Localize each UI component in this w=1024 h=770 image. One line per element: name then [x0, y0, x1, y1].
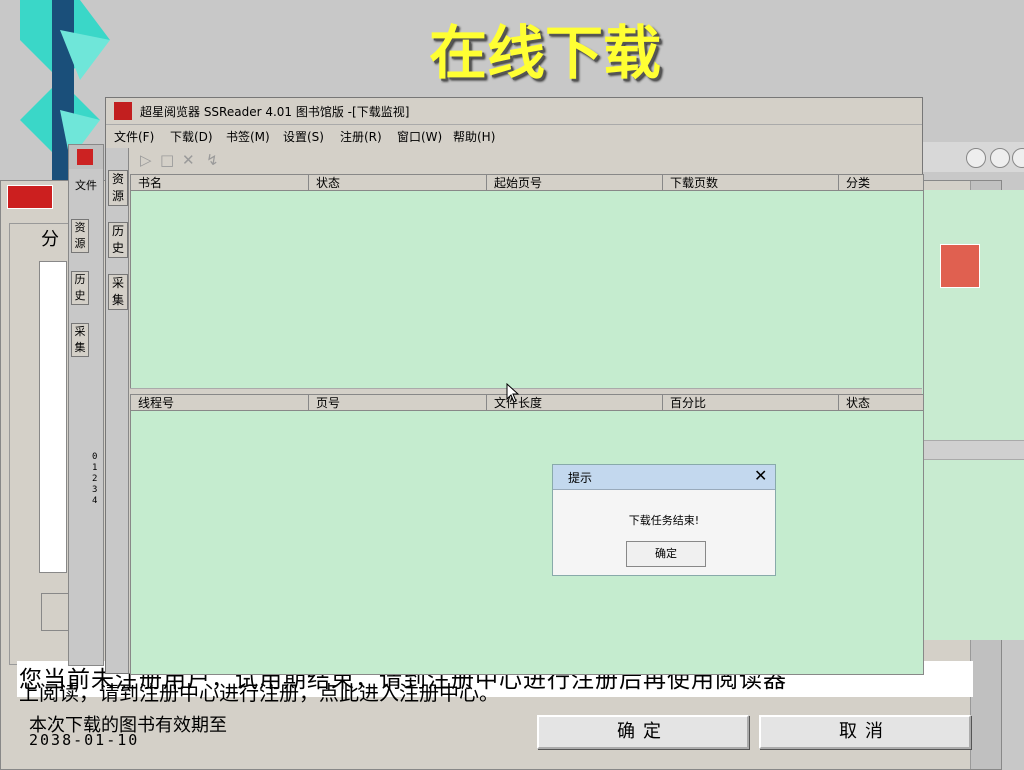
- tab-resources[interactable]: 资源: [108, 170, 128, 206]
- register-notice-line2[interactable]: 上阅读，请到注册中心进行注册，点此进入注册中心。: [19, 677, 499, 706]
- notice-popup: 提示 ✕ 下载任务结束! 确定: [552, 464, 776, 576]
- col-percent[interactable]: 百分比: [663, 395, 839, 411]
- background-label: 分: [41, 229, 59, 250]
- mouse-cursor-icon: [506, 383, 520, 403]
- refresh-icon[interactable]: ↯: [206, 151, 219, 169]
- collect-logo-icon: [940, 244, 980, 288]
- col-download-pages[interactable]: 下载页数: [663, 175, 839, 191]
- back-window-splitter: [920, 440, 1024, 460]
- tab-collect[interactable]: 采集: [108, 274, 128, 310]
- col-page-no[interactable]: 页号: [309, 395, 487, 411]
- menu-bookmark[interactable]: 书签(M): [226, 128, 270, 145]
- second-window-logo-icon: [77, 149, 93, 165]
- background-ok-button[interactable]: 确定: [537, 715, 749, 749]
- app-logo-icon: [7, 185, 53, 209]
- popup-message: 下载任务结束!: [628, 514, 700, 527]
- menu-register[interactable]: 注册(R): [340, 128, 382, 145]
- popup-titlebar[interactable]: 提示 ✕: [553, 465, 775, 490]
- col-thread-id[interactable]: 线程号: [131, 395, 309, 411]
- maximize-icon[interactable]: [990, 148, 1010, 168]
- tab-history[interactable]: 历史: [108, 222, 128, 258]
- col-thread-status[interactable]: 状态: [839, 395, 923, 411]
- second-tab-collect[interactable]: 采集: [71, 323, 89, 357]
- side-tab-bar: 资源 历史 采集: [106, 148, 129, 673]
- menu-file[interactable]: 文件(F): [114, 128, 154, 145]
- popup-close-icon[interactable]: ✕: [754, 466, 767, 485]
- tab-history-label: 历史: [111, 224, 124, 255]
- col-category[interactable]: 分类: [839, 175, 923, 191]
- background-cancel-button[interactable]: 取消: [759, 715, 971, 749]
- menu-settings[interactable]: 设置(S): [283, 128, 324, 145]
- delete-icon[interactable]: ✕: [182, 151, 195, 169]
- second-window-titlebar: [69, 145, 103, 169]
- tab-collect-label: 采集: [111, 276, 124, 307]
- background-list-panel: [39, 261, 67, 573]
- validity-date: 2038-01-10: [29, 731, 140, 749]
- col-start-page[interactable]: 起始页号: [487, 175, 663, 191]
- second-tab-history[interactable]: 历史: [71, 271, 89, 305]
- main-titlebar[interactable]: 超星阅览器 SSReader 4.01 图书馆版 -[下载监视]: [106, 98, 922, 125]
- tab-resources-label: 资源: [111, 172, 124, 203]
- stop-icon[interactable]: □: [160, 151, 174, 169]
- second-window: 文件 资源 历史 采集: [68, 144, 104, 666]
- thread-list-grid[interactable]: 线程号 页号 文件长度 百分比 状态: [130, 394, 924, 675]
- play-icon[interactable]: ▷: [140, 151, 152, 169]
- menubar: 文件(F) 下载(D) 书签(M) 设置(S) 注册(R) 窗口(W) 帮助(H…: [106, 125, 922, 147]
- minimize-icon[interactable]: [966, 148, 986, 168]
- col-status[interactable]: 状态: [309, 175, 487, 191]
- toolbar: ▷ □ ✕ ↯: [130, 148, 922, 172]
- col-book-name[interactable]: 书名: [131, 175, 309, 191]
- main-window-title: 超星阅览器 SSReader 4.01 图书馆版 -[下载监视]: [140, 105, 410, 119]
- second-thread-ids: 0 1 2 3 4: [92, 452, 98, 506]
- second-tab-resources[interactable]: 资源: [71, 219, 89, 253]
- ssreader-logo-icon: [114, 102, 132, 120]
- second-window-menu[interactable]: 文件: [75, 177, 97, 193]
- popup-title: 提示: [568, 471, 593, 485]
- slide-title: 在线下载: [428, 19, 661, 87]
- popup-ok-button[interactable]: 确定: [626, 541, 706, 567]
- menu-download[interactable]: 下载(D): [170, 128, 213, 145]
- menu-help[interactable]: 帮助(H): [453, 128, 495, 145]
- menu-window[interactable]: 窗口(W): [397, 128, 442, 145]
